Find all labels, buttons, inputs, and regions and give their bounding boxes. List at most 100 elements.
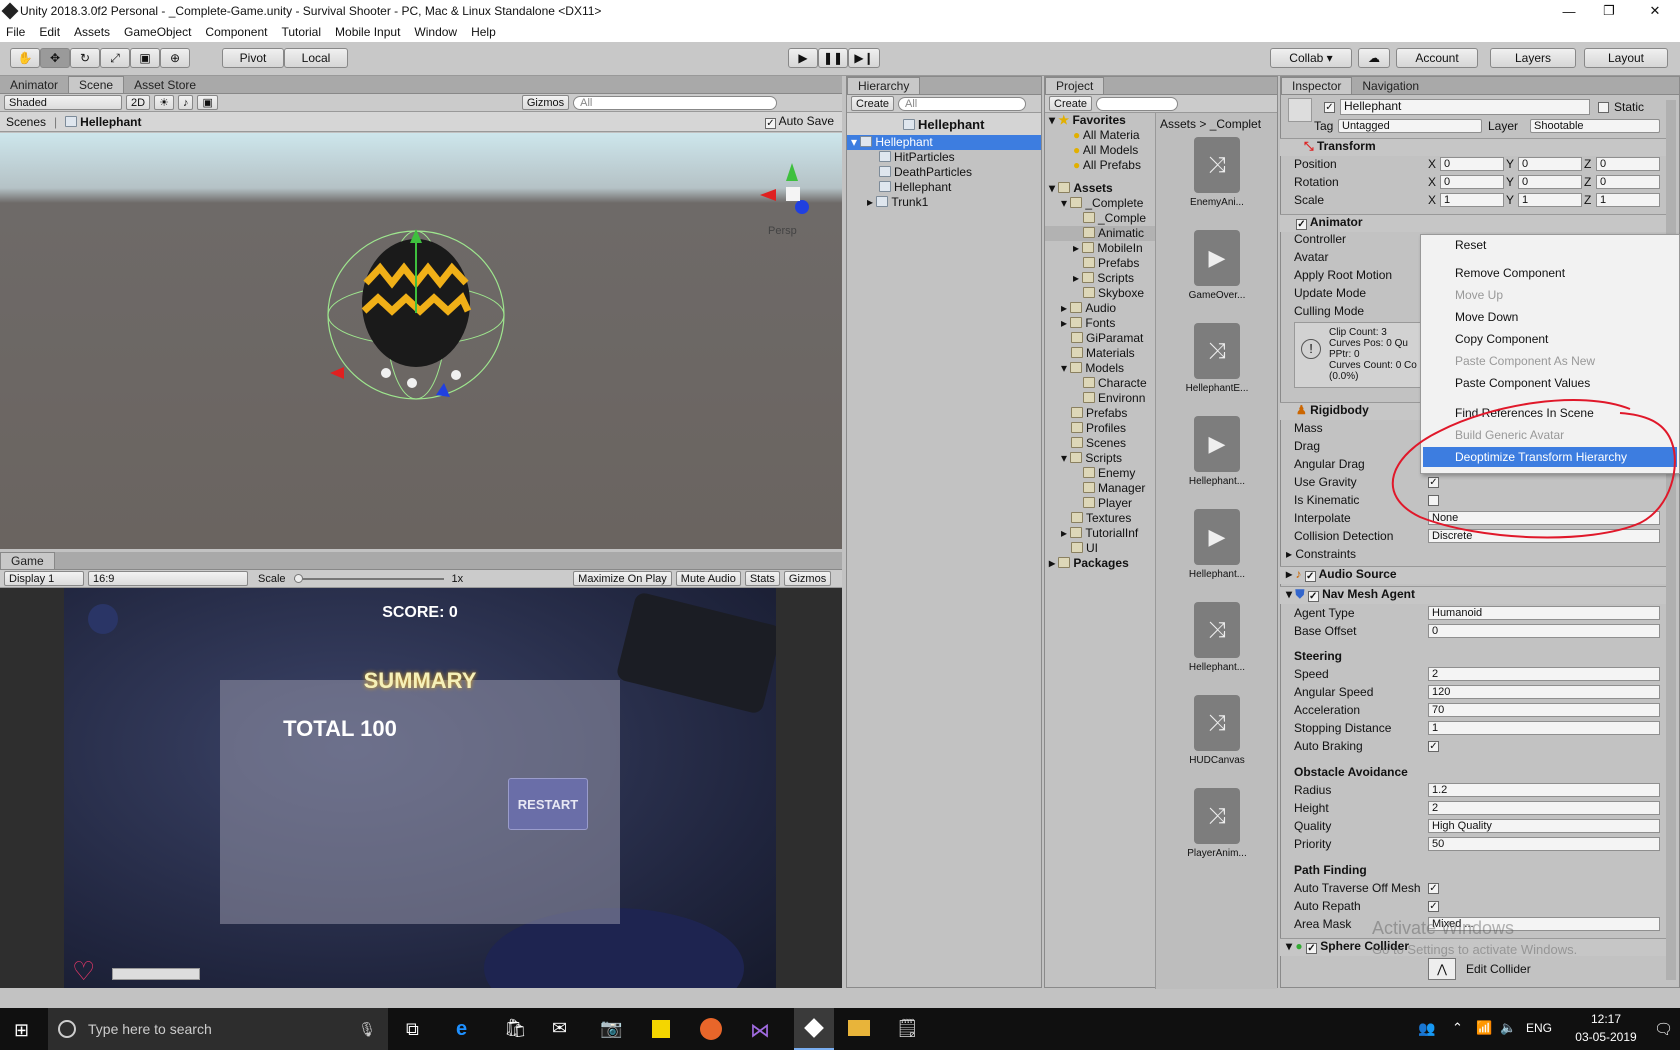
folder-item[interactable]: Player (1045, 496, 1155, 511)
tab-scene[interactable]: Scene (68, 76, 125, 93)
restore-button[interactable]: ❐ (1586, 0, 1632, 22)
height-field[interactable]: 2 (1428, 801, 1660, 815)
tab-hierarchy[interactable]: Hierarchy (847, 77, 921, 94)
base-offset-field[interactable]: 0 (1428, 624, 1660, 638)
firefox-icon[interactable] (700, 1018, 722, 1040)
stats-toggle[interactable]: Stats (744, 571, 780, 586)
quality-dropdown[interactable]: High Quality (1428, 819, 1660, 833)
folder-item[interactable]: _Comple (1045, 211, 1155, 226)
pivot-toggle[interactable]: Pivot (222, 48, 284, 68)
volume-icon[interactable]: 🔈 (1500, 1020, 1516, 1036)
persp-label[interactable]: Persp (768, 225, 797, 237)
hierarchy-item-selected[interactable]: ▾ Hellephant (847, 135, 1041, 150)
hierarchy-create-dropdown[interactable]: Create (851, 96, 895, 111)
folder-item[interactable]: Characte (1045, 376, 1155, 391)
local-toggle[interactable]: Local (284, 48, 348, 68)
windows-start-icon[interactable]: ⊞ (14, 1020, 29, 1041)
shading-dropdown[interactable]: Shaded (4, 95, 122, 110)
asset-tile[interactable]: ▶ Hellephant... (1156, 509, 1278, 580)
layers-dropdown[interactable]: Layers (1490, 48, 1576, 68)
menu-mobile-input[interactable]: Mobile Input (335, 25, 400, 39)
position-z-field[interactable]: 0 (1596, 157, 1660, 171)
move-tool-icon[interactable]: ✥ (40, 48, 70, 68)
auto-braking-checkbox[interactable]: ✓ (1428, 741, 1439, 752)
rotation-x-field[interactable]: 0 (1440, 175, 1504, 189)
tab-animator[interactable]: Animator (0, 76, 68, 93)
tab-game[interactable]: Game (0, 552, 55, 569)
menu-item-remove-component[interactable]: Remove Component (1455, 263, 1565, 283)
restart-button[interactable]: RESTART (508, 778, 588, 830)
menu-item-copy-component[interactable]: Copy Component (1455, 329, 1548, 349)
menu-item-paste-values[interactable]: Paste Component Values (1455, 373, 1590, 393)
asset-tile[interactable]: ⤨ EnemyAni... (1156, 137, 1278, 208)
hierarchy-search[interactable]: All (898, 96, 1027, 111)
priority-field[interactable]: 50 (1428, 837, 1660, 851)
gizmos-dropdown[interactable]: Gizmos (521, 95, 570, 110)
clock-time[interactable]: 12:17 (1566, 1012, 1646, 1026)
scene-search[interactable]: All (573, 95, 778, 110)
folder-item[interactable]: ▸ Audio (1045, 301, 1155, 316)
hierarchy-item[interactable]: DeathParticles (847, 165, 1041, 180)
asset-tile[interactable]: ▶ Hellephant... (1156, 416, 1278, 487)
project-search[interactable] (1096, 96, 1179, 111)
effects-icon[interactable]: ▣ (197, 95, 218, 110)
tag-dropdown[interactable]: Untagged (1338, 119, 1482, 133)
audio-icon[interactable]: ♪ (177, 95, 194, 110)
menu-component[interactable]: Component (205, 25, 267, 39)
constraints-label[interactable]: ▸ Constraints (1286, 546, 1356, 562)
lighting-icon[interactable]: ☀ (154, 95, 174, 110)
folder-item[interactable]: ▸ TutorialInf (1045, 526, 1155, 541)
rotate-tool-icon[interactable]: ↻ (70, 48, 100, 68)
angular-speed-field[interactable]: 120 (1428, 685, 1660, 699)
favorite-item[interactable]: ● All Materia (1045, 128, 1155, 143)
menu-item-reset[interactable]: Reset (1455, 235, 1486, 255)
folder-item[interactable]: Environn (1045, 391, 1155, 406)
2d-toggle[interactable]: 2D (126, 95, 151, 110)
favorite-item[interactable]: ● All Models (1045, 143, 1155, 158)
scenes-breadcrumb[interactable]: Scenes (6, 115, 46, 129)
game-gizmos-dropdown[interactable]: Gizmos (783, 571, 832, 586)
rotation-y-field[interactable]: 0 (1518, 175, 1582, 189)
folder-item[interactable]: ▸ Fonts (1045, 316, 1155, 331)
unity-taskbar-button[interactable] (794, 1008, 834, 1050)
task-view-icon[interactable]: ⧉ (406, 1019, 419, 1040)
menu-edit[interactable]: Edit (39, 25, 60, 39)
maximize-on-play-toggle[interactable]: Maximize On Play (573, 571, 672, 586)
close-button[interactable]: ✕ (1632, 0, 1678, 22)
asset-tile[interactable]: ⤨ Hellephant... (1156, 602, 1278, 673)
scale-tool-icon[interactable]: ⤢ (100, 48, 130, 68)
edge-icon[interactable]: e (456, 1018, 467, 1041)
microphone-icon[interactable]: 🎙 (358, 1021, 376, 1038)
asset-tile[interactable]: ⤨ HellephantE... (1156, 323, 1278, 394)
mail-icon[interactable]: ✉ (552, 1018, 567, 1039)
project-create-dropdown[interactable]: Create (1049, 96, 1093, 111)
folder-item[interactable]: Materials (1045, 346, 1155, 361)
pause-button[interactable]: ❚❚ (818, 48, 848, 68)
asset-tile[interactable]: ▶ GameOver... (1156, 230, 1278, 301)
favorites-node[interactable]: ▾ ★ Favorites (1045, 113, 1155, 128)
hierarchy-item[interactable]: ▸ Trunk1 (847, 195, 1041, 210)
menu-item-move-down[interactable]: Move Down (1455, 307, 1518, 327)
folder-item[interactable]: Profiles (1045, 421, 1155, 436)
folder-item[interactable]: ▾ Scripts (1045, 451, 1155, 466)
rotation-z-field[interactable]: 0 (1596, 175, 1660, 189)
tab-inspector[interactable]: Inspector (1281, 77, 1353, 94)
scale-y-field[interactable]: 1 (1518, 193, 1582, 207)
wifi-icon[interactable]: 📶 (1476, 1020, 1492, 1036)
store-icon[interactable]: 🛍 (504, 1018, 527, 1039)
auto-traverse-checkbox[interactable]: ✓ (1428, 883, 1439, 894)
action-center-icon[interactable]: 🗨 (1654, 1020, 1673, 1038)
file-explorer-icon[interactable] (848, 1020, 870, 1036)
transform-tool-icon[interactable]: ⊕ (160, 48, 190, 68)
folder-item[interactable]: Manager (1045, 481, 1155, 496)
autosave-checkbox[interactable]: ✓ (764, 118, 776, 129)
camera-icon[interactable]: 📷 (600, 1018, 622, 1039)
position-x-field[interactable]: 0 (1440, 157, 1504, 171)
project-breadcrumb[interactable]: Assets > _Complet (1156, 113, 1277, 133)
tab-asset-store[interactable]: Asset Store (124, 76, 206, 93)
object-name-field[interactable]: Hellephant (1340, 99, 1590, 115)
play-button[interactable]: ▶ (788, 48, 818, 68)
people-icon[interactable]: 👥 (1418, 1020, 1435, 1037)
folder-item[interactable]: Enemy (1045, 466, 1155, 481)
menu-tutorial[interactable]: Tutorial (281, 25, 321, 39)
